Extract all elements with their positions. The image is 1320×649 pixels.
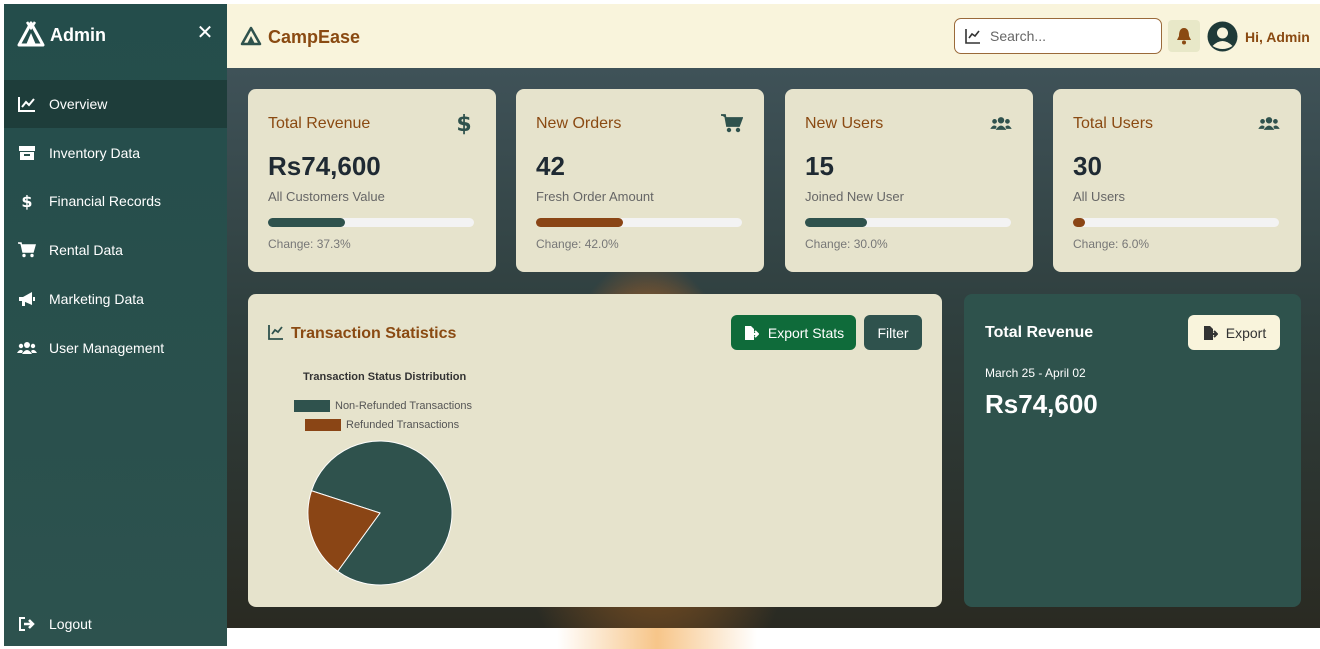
bell-icon [1177,28,1191,45]
card-subtitle: Fresh Order Amount [536,189,654,204]
chart-line-icon [17,94,37,114]
dollar-icon: $ [452,111,476,135]
panel-title: Transaction Statistics [291,325,457,342]
sidebar-item-rental[interactable]: Rental Data [4,226,227,274]
svg-text:$: $ [456,112,471,135]
close-icon[interactable]: ✕ [194,22,216,44]
card-title: New Users [805,115,884,132]
sidebar: Admin ✕ Overview Inventory Data $ Financ… [4,4,227,646]
logout-icon [17,614,37,634]
progress-bar [805,218,1011,227]
card-title: Total Users [1073,115,1154,132]
sidebar-item-label: User Management [49,340,165,356]
legend-swatch [294,400,330,412]
date-range: March 25 - April 02 [985,366,1086,380]
progress-fill [805,218,867,227]
users-icon [989,111,1013,135]
brand-name: CampEase [268,27,361,47]
sidebar-item-users[interactable]: User Management [4,324,227,372]
users-icon [1257,111,1281,135]
legend-label: Refunded Transactions [346,419,460,431]
card-total-revenue: Total Revenue $ Rs74,600 All Customers V… [248,89,496,272]
file-export-icon [1203,325,1218,340]
sidebar-item-financial[interactable]: $ Financial Records [4,177,227,225]
legend-label: Non-Refunded Transactions [335,400,472,412]
legend-swatch [305,419,341,431]
card-subtitle: All Users [1073,189,1126,204]
sidebar-item-marketing[interactable]: Marketing Data [4,275,227,323]
cart-icon [720,111,744,135]
card-title: New Orders [536,115,622,132]
progress-bar [536,218,742,227]
card-title: Total Revenue [268,115,371,132]
progress-fill [536,218,623,227]
sidebar-item-label: Marketing Data [49,291,144,307]
sidebar-title: Admin [50,25,106,45]
card-value: 42 [536,151,565,181]
chart-line-icon [965,29,980,44]
card-subtitle: All Customers Value [268,189,385,204]
tent-logo-icon [240,26,262,46]
sidebar-item-overview[interactable]: Overview [4,80,227,128]
card-value: 15 [805,151,834,181]
tent-logo-icon [17,21,45,47]
export-label: Export [1225,324,1267,341]
sidebar-item-label: Inventory Data [49,145,141,161]
fire-glow [557,628,757,649]
cart-icon [17,240,37,260]
card-total-users: Total Users 30 All Users Change: 6.0% [1053,89,1301,272]
total-revenue-panel: Total Revenue Export March 25 - April 02… [964,294,1301,607]
sidebar-header: Admin ✕ [4,4,227,80]
progress-bar [1073,218,1279,227]
legend-item: Refunded Transactions [305,419,459,431]
search-input[interactable] [990,28,1150,44]
box-icon [17,143,37,163]
card-change: Change: 37.3% [268,237,351,251]
export-stats-label: Export Stats [767,324,845,341]
transaction-statistics-panel: Transaction Statistics Export Stats Filt… [248,294,942,607]
card-subtitle: Joined New User [805,189,904,204]
filter-button[interactable]: Filter [864,315,922,350]
panel-title: Total Revenue [985,324,1094,341]
sidebar-item-label: Overview [49,96,108,112]
progress-fill [268,218,345,227]
avatar[interactable] [1207,21,1238,52]
users-icon [17,338,37,358]
card-value: Rs74,600 [268,151,381,181]
export-button[interactable]: Export [1188,315,1280,350]
sidebar-item-label: Financial Records [49,193,162,209]
file-export-icon [744,325,759,340]
legend-item: Non-Refunded Transactions [294,400,472,412]
chart-line-icon [268,325,283,340]
megaphone-icon [17,289,37,309]
top-bar: CampEase Hi, Admin [227,4,1320,68]
card-new-users: New Users 15 Joined New User Change: 30.… [785,89,1033,272]
sidebar-item-inventory[interactable]: Inventory Data [4,129,227,177]
pie-chart [307,440,453,586]
card-change: Change: 42.0% [536,237,619,251]
search-box[interactable] [954,18,1162,54]
export-stats-button[interactable]: Export Stats [731,315,856,350]
revenue-value: Rs74,600 [985,389,1098,419]
progress-fill [1073,218,1086,227]
svg-text:$: $ [21,192,32,210]
dollar-icon: $ [17,191,37,211]
card-value: 30 [1073,151,1102,181]
chart-title: Transaction Status Distribution [303,371,467,383]
card-new-orders: New Orders 42 Fresh Order Amount Change:… [516,89,764,272]
user-greeting: Hi, Admin [1245,29,1310,45]
card-change: Change: 30.0% [805,237,888,251]
notification-button[interactable] [1168,20,1200,52]
logout-button[interactable]: Logout [4,600,227,648]
logout-label: Logout [49,616,92,632]
sidebar-item-label: Rental Data [49,242,123,258]
progress-bar [268,218,474,227]
card-change: Change: 6.0% [1073,237,1150,251]
bottom-strip [227,628,1320,649]
